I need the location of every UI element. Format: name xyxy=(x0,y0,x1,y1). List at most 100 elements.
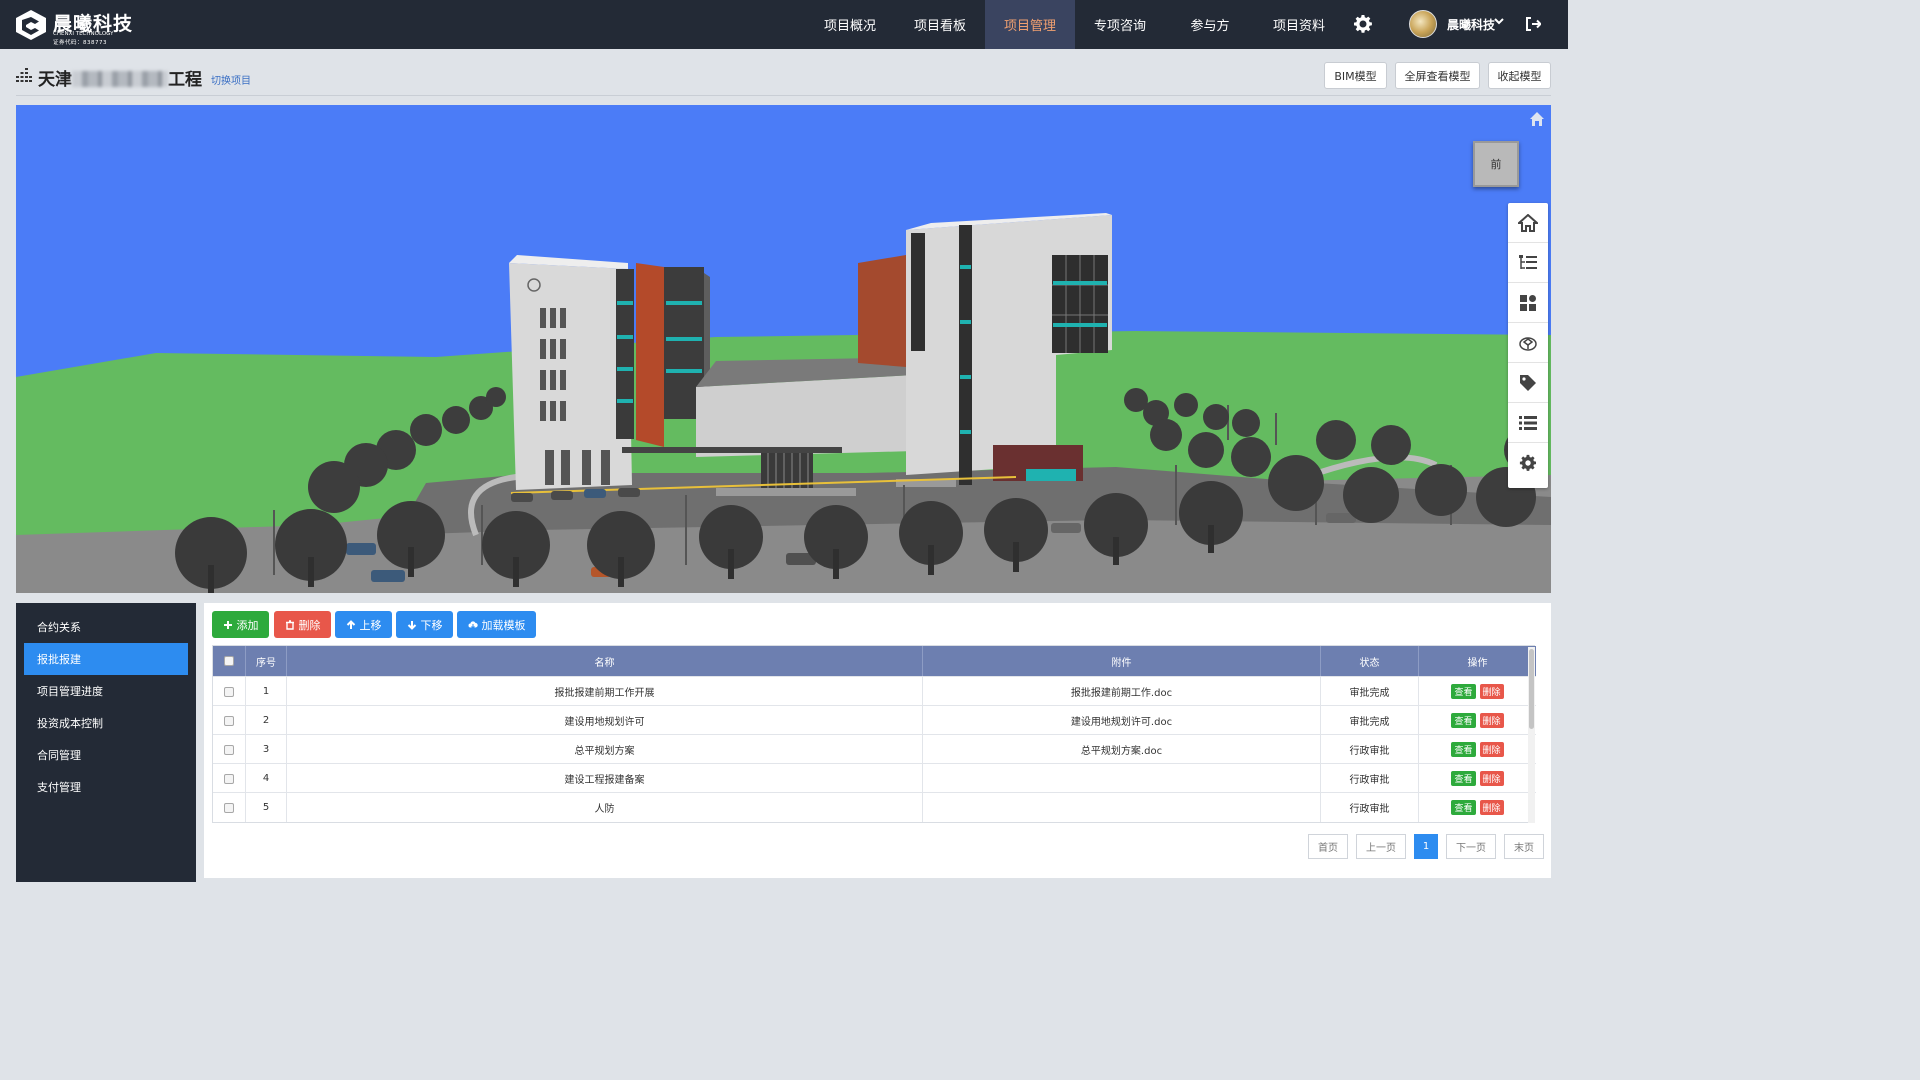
row-name: 建设工程报建备案 xyxy=(287,764,923,793)
arrow-down-icon xyxy=(407,620,416,630)
title-divider xyxy=(16,95,1551,96)
explode-icon xyxy=(1519,336,1537,351)
bim-model-button[interactable]: BIM模型 xyxy=(1324,62,1387,89)
row-checkbox[interactable] xyxy=(224,744,234,755)
view-button[interactable]: 查看 xyxy=(1451,742,1476,757)
explode-button[interactable] xyxy=(1508,323,1548,363)
view-cube[interactable]: 前 xyxy=(1473,141,1519,187)
project-title-icon xyxy=(16,68,32,82)
row-index: 4 xyxy=(246,764,287,793)
tag-button[interactable] xyxy=(1508,363,1548,403)
row-checkbox[interactable] xyxy=(224,773,234,784)
delete-button[interactable]: 删除 xyxy=(274,611,331,638)
move-down-button-label: 下移 xyxy=(420,618,443,632)
table-scrollbar[interactable] xyxy=(1528,647,1535,823)
logo-mark-icon xyxy=(16,10,46,40)
row-status: 审批完成 xyxy=(1321,706,1419,735)
sidebar-item-contract-management[interactable]: 合同管理 xyxy=(24,739,188,771)
home-icon[interactable] xyxy=(1529,111,1545,127)
table-row[interactable]: 4 建设工程报建备案 行政审批 查看 删除 xyxy=(213,763,1536,793)
table-row[interactable]: 5 人防 行政审批 查看 删除 xyxy=(213,792,1536,822)
logout-icon[interactable] xyxy=(1525,16,1541,32)
row-name: 总平规划方案 xyxy=(287,735,923,764)
view-button[interactable]: 查看 xyxy=(1451,713,1476,728)
pagination-last[interactable]: 末页 xyxy=(1504,834,1544,859)
row-attachment[interactable] xyxy=(923,793,1321,822)
approval-table: 序号 名称 附件 状态 操作 1 报批报建前期工作开展 报批报建前期工作.doc… xyxy=(212,645,1536,823)
view-button[interactable]: 查看 xyxy=(1451,684,1476,699)
list-icon xyxy=(1519,415,1537,430)
sidebar-item-cost-control[interactable]: 投资成本控制 xyxy=(24,707,188,739)
nav-project-overview[interactable]: 项目概况 xyxy=(810,0,890,49)
move-down-button[interactable]: 下移 xyxy=(396,611,453,638)
page-title-suffix: 工程 xyxy=(168,70,202,90)
nav-participants[interactable]: 参与方 xyxy=(1170,0,1250,49)
list-button[interactable] xyxy=(1508,403,1548,443)
table-header: 序号 名称 附件 状态 操作 xyxy=(213,646,1536,676)
load-template-button[interactable]: 加载模板 xyxy=(457,611,536,638)
add-button-label: 添加 xyxy=(236,618,259,632)
pagination-next[interactable]: 下一页 xyxy=(1446,834,1496,859)
nav-project-board[interactable]: 项目看板 xyxy=(900,0,980,49)
row-delete-button[interactable]: 删除 xyxy=(1479,771,1504,786)
bim-model-scene[interactable] xyxy=(16,105,1551,593)
row-attachment[interactable]: 建设用地规划许可.doc xyxy=(923,706,1321,735)
components-button[interactable] xyxy=(1508,283,1548,323)
settings-icon xyxy=(1519,454,1537,471)
sidebar-item-approval-filing[interactable]: 报批报建 xyxy=(24,643,188,675)
home-icon xyxy=(1518,213,1538,232)
table-row[interactable]: 2 建设用地规划许可 建设用地规划许可.doc 审批完成 查看 删除 xyxy=(213,705,1536,735)
sidebar-item-payment-management[interactable]: 支付管理 xyxy=(24,771,188,803)
row-delete-button[interactable]: 删除 xyxy=(1479,684,1504,699)
brand-stock-code: 证券代码：838773 xyxy=(53,40,107,46)
row-attachment[interactable]: 报批报建前期工作.doc xyxy=(923,677,1321,706)
row-checkbox[interactable] xyxy=(224,715,234,726)
left-sidebar: 合约关系 报批报建 项目管理进度 投资成本控制 合同管理 支付管理 xyxy=(16,603,196,882)
move-up-button[interactable]: 上移 xyxy=(335,611,392,638)
collapse-model-button[interactable]: 收起模型 xyxy=(1488,62,1551,89)
row-checkbox[interactable] xyxy=(224,802,234,813)
bim-viewer[interactable]: 前 xyxy=(16,105,1551,593)
table-row[interactable]: 1 报批报建前期工作开展 报批报建前期工作.doc 审批完成 查看 删除 xyxy=(213,676,1536,706)
pagination-first[interactable]: 首页 xyxy=(1308,834,1348,859)
row-delete-button[interactable]: 删除 xyxy=(1479,800,1504,815)
redacted-text xyxy=(72,71,168,87)
view-button[interactable]: 查看 xyxy=(1451,771,1476,786)
row-name: 报批报建前期工作开展 xyxy=(287,677,923,706)
nav-project-documents[interactable]: 项目资料 xyxy=(1259,0,1339,49)
page-title: 天津 工程 xyxy=(38,65,202,90)
pagination-prev[interactable]: 上一页 xyxy=(1356,834,1406,859)
avatar[interactable] xyxy=(1409,10,1437,38)
nav-project-management[interactable]: 项目管理 xyxy=(985,0,1075,49)
view-button[interactable]: 查看 xyxy=(1451,800,1476,815)
arrow-up-icon xyxy=(346,619,355,629)
row-checkbox[interactable] xyxy=(224,686,234,697)
gear-icon[interactable] xyxy=(1353,14,1373,34)
move-up-button-label: 上移 xyxy=(359,618,382,632)
chevron-down-icon[interactable] xyxy=(1493,15,1505,27)
pagination-current-page[interactable]: 1 xyxy=(1414,834,1438,859)
user-name[interactable]: 晨曦科技 xyxy=(1447,16,1495,33)
select-all-checkbox[interactable] xyxy=(224,656,234,666)
row-status: 行政审批 xyxy=(1321,793,1419,822)
components-icon xyxy=(1520,294,1536,311)
row-name: 人防 xyxy=(287,793,923,822)
model-tree-button[interactable] xyxy=(1508,243,1548,283)
row-attachment[interactable]: 总平规划方案.doc xyxy=(923,735,1321,764)
row-delete-button[interactable]: 删除 xyxy=(1479,742,1504,757)
row-delete-button[interactable]: 删除 xyxy=(1479,713,1504,728)
fullscreen-model-button[interactable]: 全屏查看模型 xyxy=(1395,62,1480,89)
sidebar-item-contract-relation[interactable]: 合约关系 xyxy=(24,611,188,643)
home-view-button[interactable] xyxy=(1508,203,1548,243)
nav-special-consulting[interactable]: 专项咨询 xyxy=(1080,0,1160,49)
viewer-settings-button[interactable] xyxy=(1508,443,1548,483)
table-row[interactable]: 3 总平规划方案 总平规划方案.doc 行政审批 查看 删除 xyxy=(213,734,1536,764)
add-button[interactable]: 添加 xyxy=(212,611,269,638)
col-header-attachment: 附件 xyxy=(923,646,1321,676)
row-attachment[interactable] xyxy=(923,764,1321,793)
brand-logo[interactable]: 晨曦科技 CHENXI TECHNOLOGY 证券代码：838773 xyxy=(14,7,149,46)
sidebar-item-progress[interactable]: 项目管理进度 xyxy=(24,675,188,707)
switch-project-link[interactable]: 切换项目 xyxy=(211,72,251,87)
row-name: 建设用地规划许可 xyxy=(287,706,923,735)
table-scrollbar-thumb[interactable] xyxy=(1529,649,1534,729)
